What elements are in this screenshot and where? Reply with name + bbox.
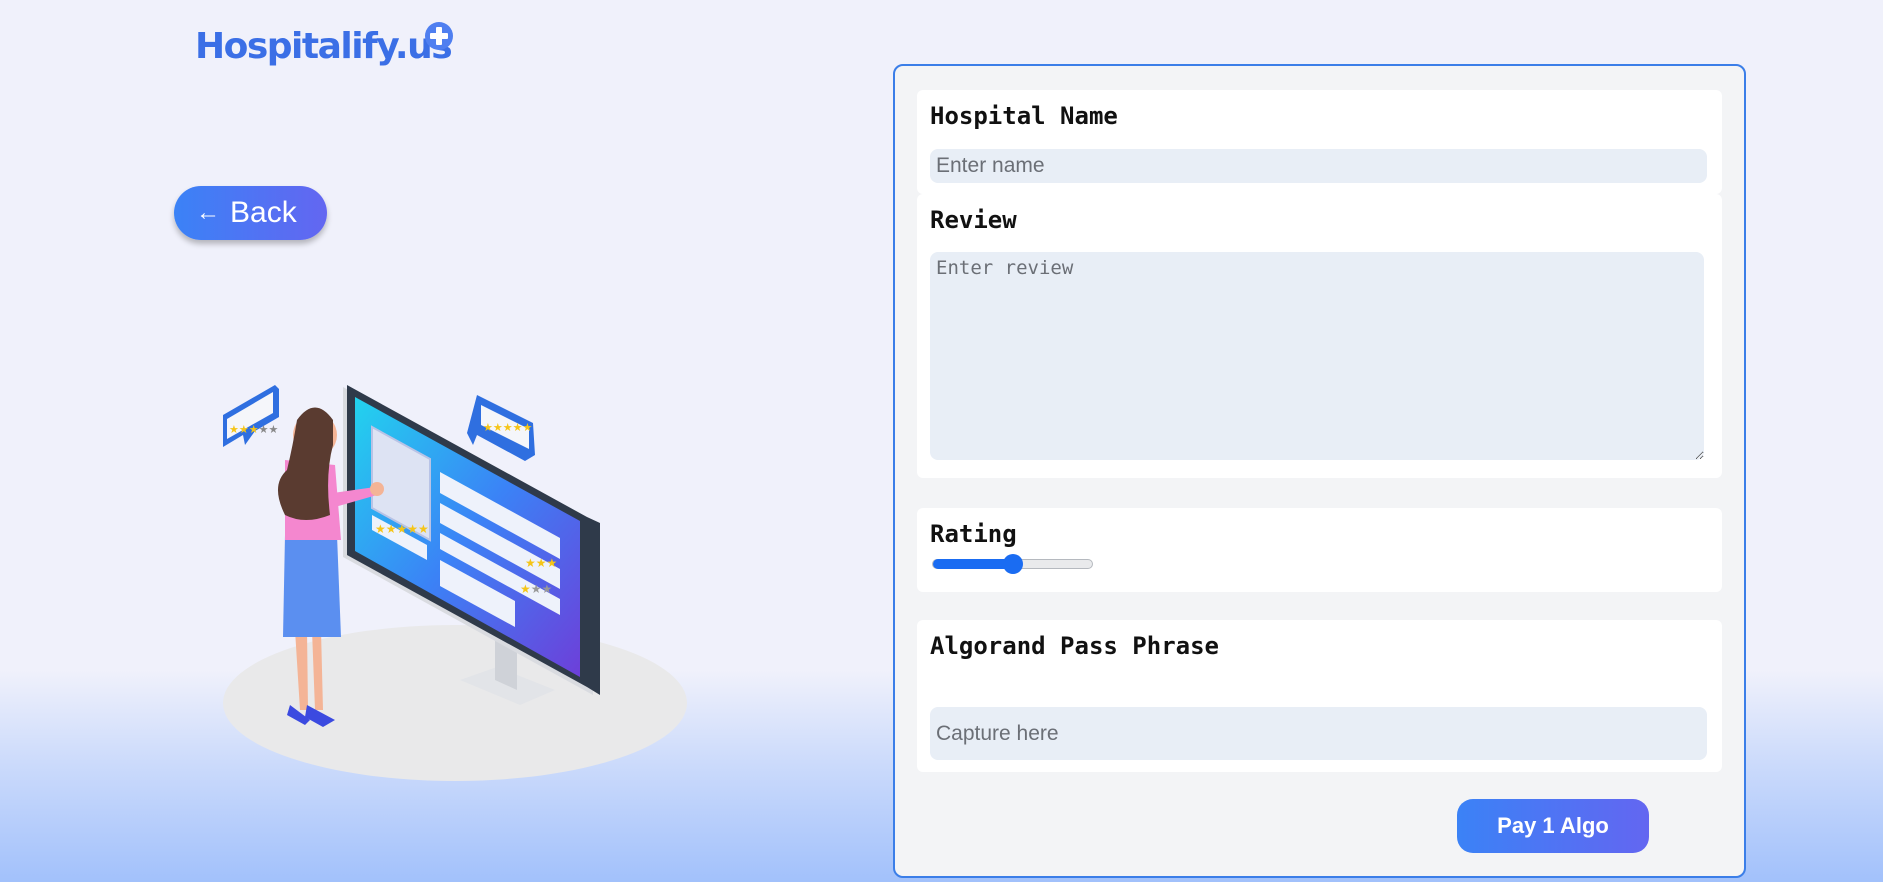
svg-text:★★★★★: ★★★★★ xyxy=(229,424,278,436)
medical-cross-icon xyxy=(425,22,453,50)
svg-text:★★★: ★★★ xyxy=(525,556,557,570)
review-illustration: ★★★★★ ★★★ ★★★ ★★★★★ ★★★★★ xyxy=(223,385,687,781)
star-rating-bubble-icon: ★★★★★ xyxy=(467,395,535,461)
review-card: Review xyxy=(917,194,1722,478)
svg-text:★★★★★: ★★★★★ xyxy=(375,522,429,536)
passphrase-label: Algorand Pass Phrase xyxy=(930,632,1219,660)
hospital-name-input[interactable] xyxy=(930,149,1707,183)
rating-slider-thumb[interactable] xyxy=(1002,554,1023,574)
rating-slider-fill xyxy=(933,559,1013,569)
arrow-left-icon: ← xyxy=(196,199,220,226)
rating-card: Rating xyxy=(917,508,1722,592)
hospital-name-label: Hospital Name xyxy=(930,102,1118,130)
passphrase-input[interactable] xyxy=(930,707,1707,760)
review-textarea[interactable] xyxy=(930,252,1704,460)
back-button-label: Back xyxy=(230,196,297,229)
rating-label: Rating xyxy=(930,520,1017,548)
review-label: Review xyxy=(930,206,1017,234)
brand-logo: Hospitalify.us xyxy=(195,26,453,67)
star-rating-bubble-icon: ★★★★★ xyxy=(223,385,279,447)
back-button[interactable]: ← Back xyxy=(174,186,327,240)
svg-text:★★★: ★★★ xyxy=(520,582,552,596)
hospital-name-card: Hospital Name xyxy=(917,90,1722,194)
svg-text:★★★★★: ★★★★★ xyxy=(483,422,532,434)
pay-button[interactable]: Pay 1 Algo xyxy=(1457,799,1649,853)
review-form: Hospital Name Review Rating Algorand Pas… xyxy=(893,64,1746,878)
floor-shadow xyxy=(223,625,687,781)
passphrase-card: Algorand Pass Phrase xyxy=(917,620,1722,772)
rating-slider[interactable] xyxy=(932,554,1093,574)
